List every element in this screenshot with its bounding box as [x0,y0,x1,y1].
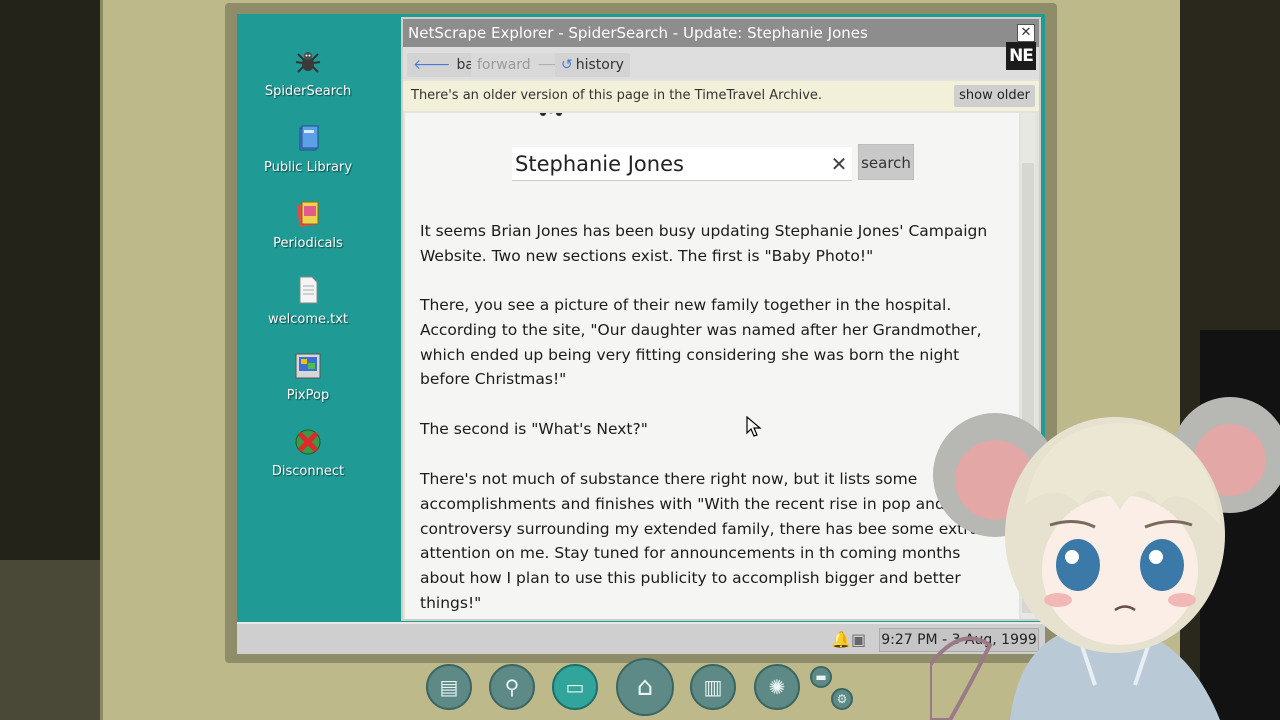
result-paragraph: There, you see a picture of their new fa… [420,296,982,389]
desktop-icon-label: PixPop [286,388,330,403]
desktop-icon-label: welcome.txt [267,312,349,327]
desktop-icon-label: SpiderSearch [264,84,352,99]
desktop-icon-spidersearch[interactable]: SpiderSearch [237,46,383,99]
history-icon: ↺ [561,57,573,73]
browser-logo: NE [1006,42,1036,70]
navigation-bar: 🡐back forward🡒 ↺history [403,47,1039,79]
desktop-icon-pixpop[interactable]: PixPop [237,350,383,403]
archive-notice-bar: There's an older version of this page in… [403,81,1039,111]
tray-package-icon[interactable]: ▣ [851,630,866,649]
books-icon [299,125,319,151]
page-content: Stephanie Jones ✕ search It seems Brian … [405,113,1019,619]
keyboard-icon[interactable]: ▬ [810,666,832,688]
lightbulb-icon[interactable]: ✺ [754,664,800,710]
window-titlebar[interactable]: NetScrape Explorer - SpiderSearch - Upda… [403,19,1039,47]
text-file-icon [299,276,318,304]
magazine-icon [296,201,319,228]
result-paragraph: The second is "What's Next?" [420,420,648,438]
desktop-icon-label: Disconnect [271,464,345,479]
history-label: history [575,57,624,73]
result-paragraph: It seems Brian Jones has been busy updat… [420,222,988,265]
search-button[interactable]: search [858,144,914,180]
desktop-icon-welcome-txt[interactable]: welcome.txt [237,274,383,327]
files-icon[interactable]: ▤ [426,664,472,710]
spider-icon [295,52,321,73]
desktop-icon-label: Public Library [263,160,353,175]
settings-icon[interactable]: ⚙ [831,688,853,710]
home-icon[interactable]: ⌂ [616,658,674,716]
computer-icon[interactable]: ▭ [552,664,598,710]
history-button[interactable]: ↺ history [555,53,630,77]
game-dock: ▤ ⚲ ▭ ⌂ ▥ ✺ ▬ ⚙ [426,658,866,720]
mouse-cursor-icon [746,416,762,437]
desktop-icon-label: Periodicals [273,236,343,251]
desk-background [0,560,110,720]
archive-notice-text: There's an older version of this page in… [411,88,823,103]
paint-icon [295,353,321,379]
search-input[interactable]: Stephanie Jones [512,147,852,181]
show-older-button[interactable]: show older [954,85,1035,107]
spidersearch-logo-partial [540,113,562,116]
streamer-avatar [930,397,1280,720]
result-paragraph: There's not much of substance there righ… [420,470,980,612]
detective-icon[interactable]: ⚲ [489,664,535,710]
taskbar: 🔔 ▣ 9:27 PM - 3 Aug, 1999 [237,622,1045,654]
window-title: NetScrape Explorer - SpiderSearch - Upda… [408,24,868,42]
computer-screen: SpiderSearch Public Library Periodicals … [237,14,1045,654]
clear-search-icon[interactable]: ✕ [828,151,850,177]
forward-label: forward [477,57,531,73]
desktop-icon-disconnect[interactable]: Disconnect [237,426,383,479]
close-button[interactable]: ✕ [1017,24,1035,42]
notification-bell-icon[interactable]: 🔔 [831,630,851,649]
desktop-icon-public-library[interactable]: Public Library [237,122,383,175]
back-arrow-icon: 🡐 [413,57,451,73]
disconnect-icon [295,429,321,455]
notebook-icon[interactable]: ▥ [690,664,736,710]
desktop-icon-periodicals[interactable]: Periodicals [237,198,383,251]
